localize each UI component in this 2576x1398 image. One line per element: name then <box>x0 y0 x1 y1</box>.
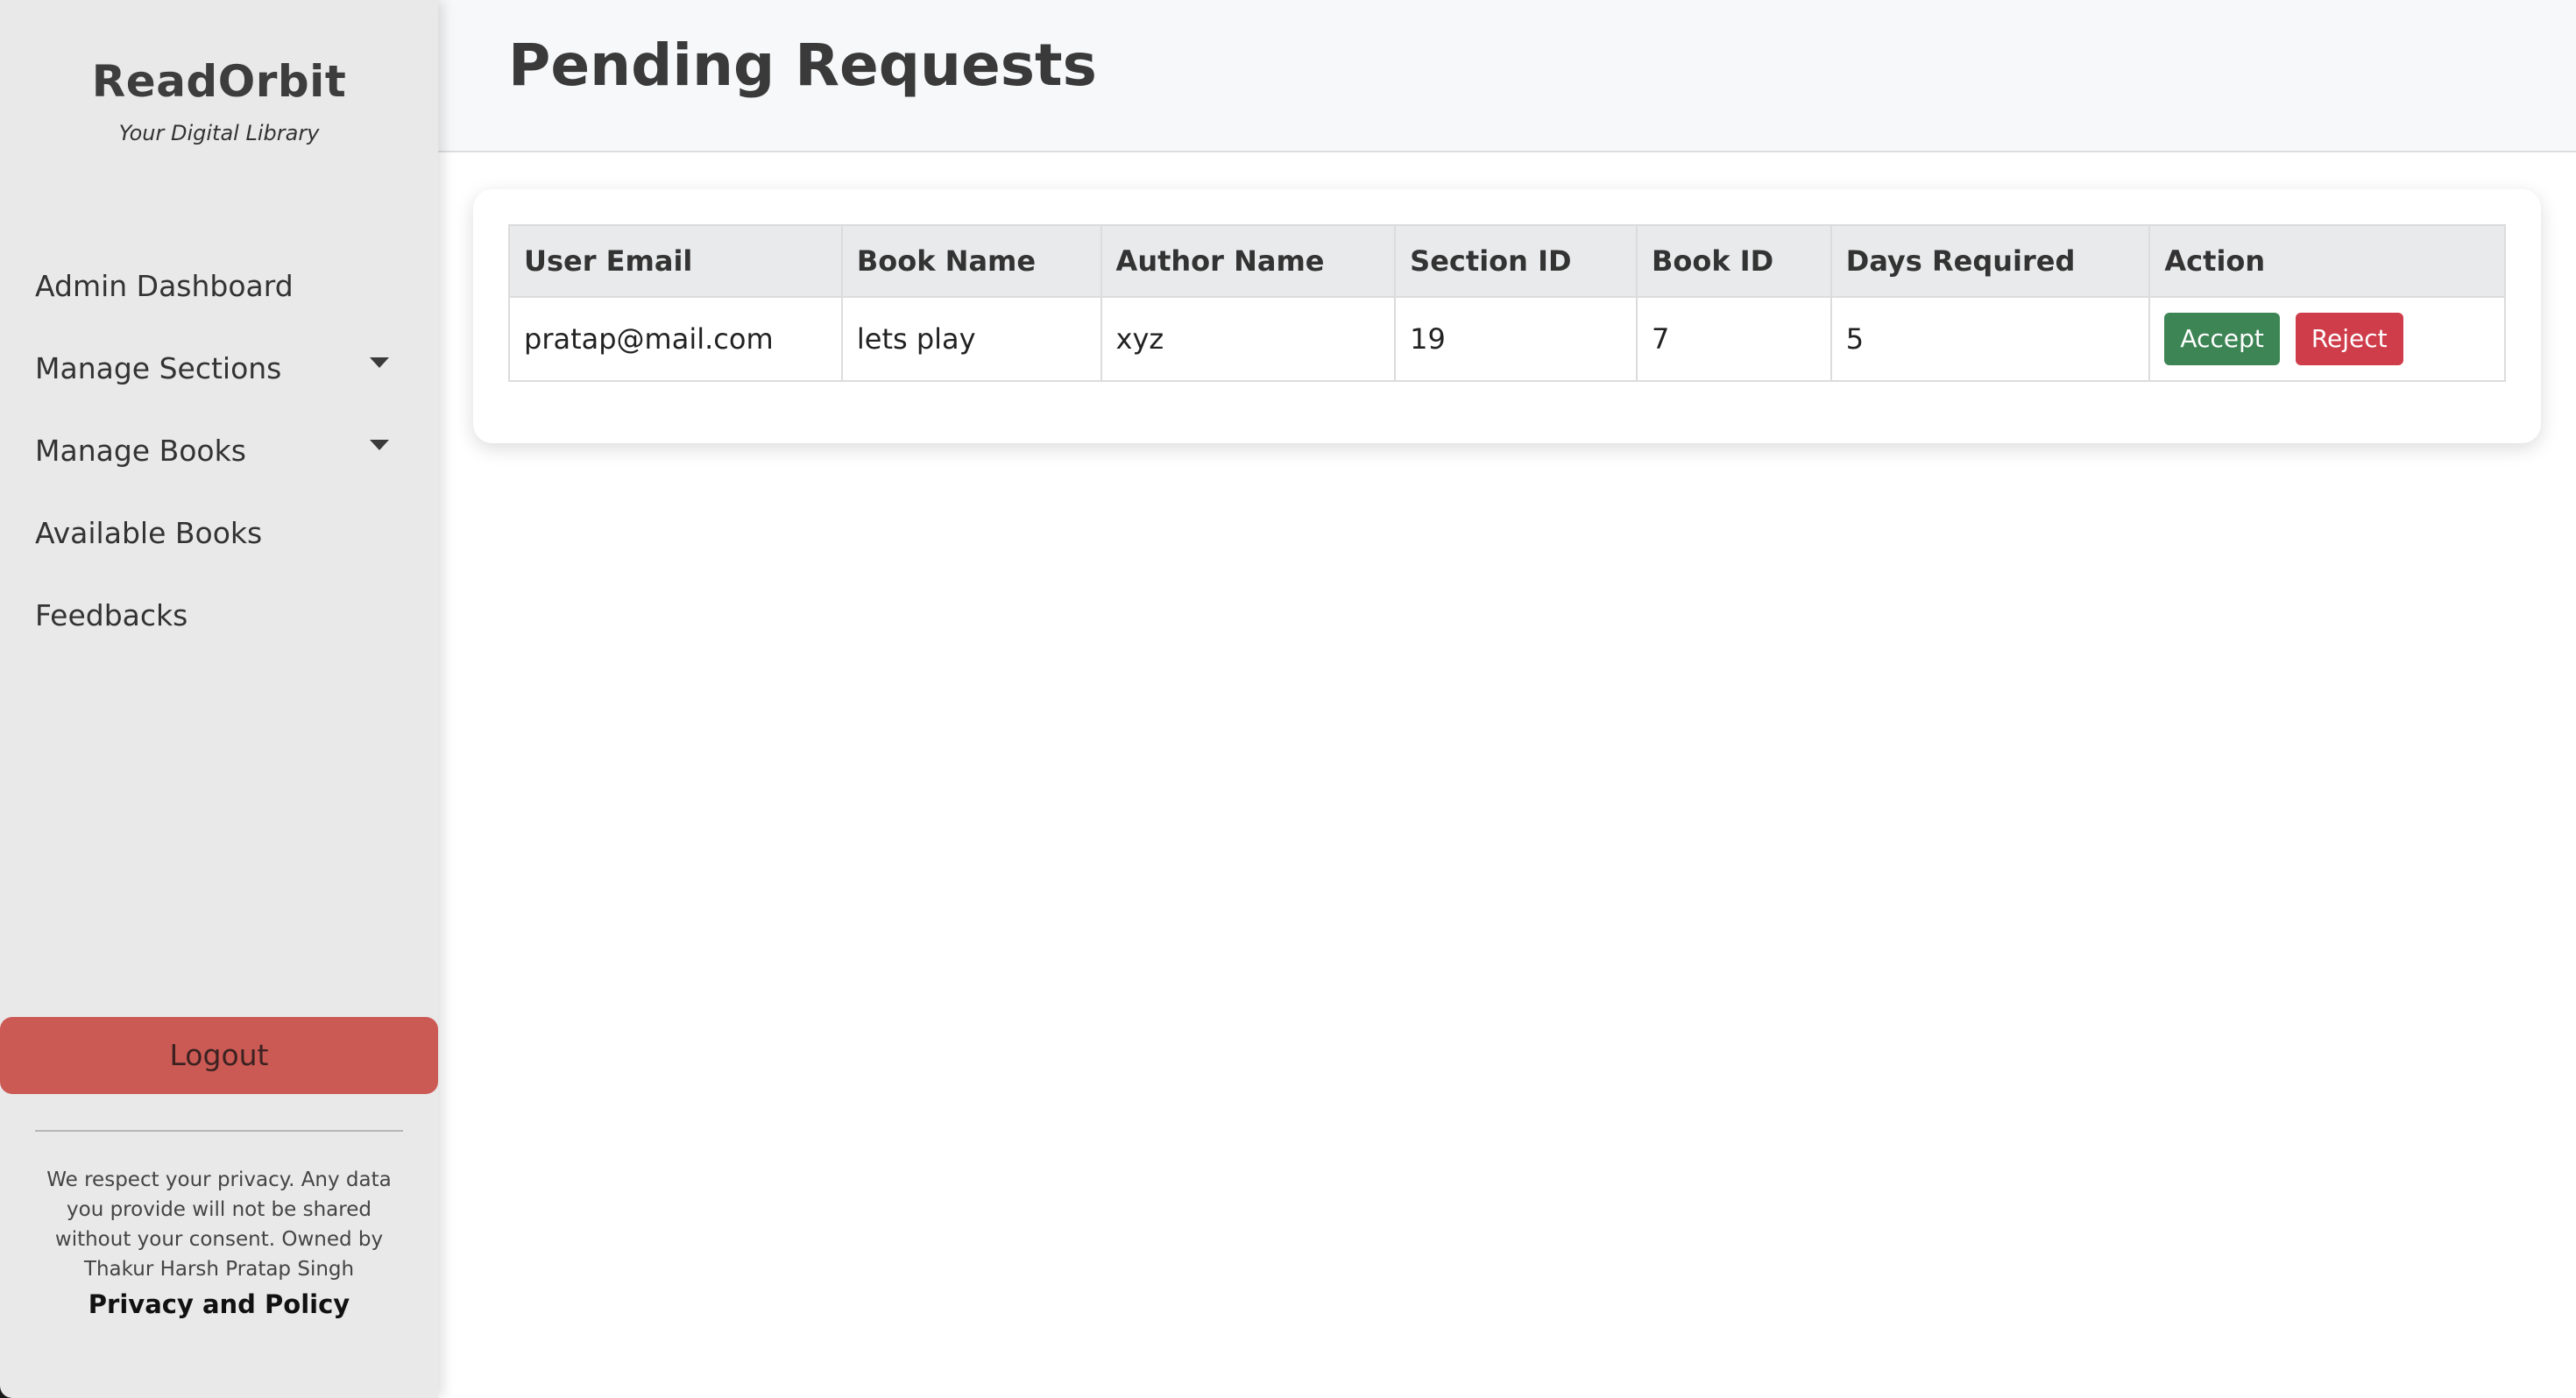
cell-book-id: 7 <box>1635 296 1832 382</box>
table-row: pratap@mail.com lets play xyz 19 7 5 Acc… <box>508 296 2506 382</box>
reject-button[interactable]: Reject <box>2295 313 2403 365</box>
brand: ReadOrbit Your Digital Library <box>0 51 438 145</box>
sidebar-item-available-books[interactable]: Available Books <box>0 510 438 592</box>
privacy-policy-link[interactable]: Privacy and Policy <box>30 1289 408 1319</box>
cell-author-name: xyz <box>1100 296 1397 382</box>
sidebar-item-admin-dashboard[interactable]: Admin Dashboard <box>0 263 438 345</box>
column-header-author-name: Author Name <box>1100 224 1397 298</box>
sidebar-item-feedbacks[interactable]: Feedbacks <box>0 592 438 674</box>
sidebar-item-label: Manage Sections <box>35 351 282 385</box>
cell-book-name: lets play <box>840 296 1102 382</box>
logout-button[interactable]: Logout <box>0 1017 438 1094</box>
main-content: Pending Requests User Email Book Name Au… <box>438 0 2576 1398</box>
accept-button[interactable]: Accept <box>2164 313 2280 365</box>
sidebar-divider <box>35 1130 403 1132</box>
caret-down-icon[interactable] <box>370 440 389 450</box>
column-header-days-required: Days Required <box>1829 224 2151 298</box>
column-header-action: Action <box>2148 224 2506 298</box>
privacy-notice: We respect your privacy. Any data you pr… <box>30 1165 408 1319</box>
privacy-text: We respect your privacy. Any data you pr… <box>46 1169 392 1281</box>
sidebar-item-manage-sections[interactable]: Manage Sections <box>0 345 438 427</box>
page-title: Pending Requests <box>508 32 1097 99</box>
sidebar-item-label: Available Books <box>35 516 263 550</box>
sidebar-item-label: Manage Books <box>35 434 246 468</box>
sidebar-item-label: Feedbacks <box>35 598 188 632</box>
cell-days-required: 5 <box>1829 296 2151 382</box>
column-header-book-name: Book Name <box>840 224 1102 298</box>
column-header-section-id: Section ID <box>1394 224 1638 298</box>
app-window: ReadOrbit Your Digital Library Admin Das… <box>0 0 2576 1398</box>
brand-subtitle: Your Digital Library <box>118 121 320 145</box>
brand-title[interactable]: ReadOrbit <box>0 51 438 112</box>
caret-down-icon[interactable] <box>370 357 389 368</box>
requests-card: User Email Book Name Author Name Section… <box>473 189 2541 443</box>
column-header-book-id: Book ID <box>1635 224 1832 298</box>
pending-requests-table: User Email Book Name Author Name Section… <box>508 224 2506 382</box>
sidebar-item-manage-books[interactable]: Manage Books <box>0 427 438 510</box>
sidebar-nav: Admin Dashboard Manage Sections Manage B… <box>0 263 438 674</box>
page-header: Pending Requests <box>438 0 2576 152</box>
sidebar: ReadOrbit Your Digital Library Admin Das… <box>0 0 438 1398</box>
sidebar-item-label: Admin Dashboard <box>35 269 294 303</box>
table-header-row: User Email Book Name Author Name Section… <box>508 224 2506 298</box>
cell-action: Accept Reject <box>2148 296 2506 382</box>
cell-section-id: 19 <box>1394 296 1638 382</box>
column-header-user-email: User Email <box>508 224 843 298</box>
cell-user-email: pratap@mail.com <box>508 296 843 382</box>
